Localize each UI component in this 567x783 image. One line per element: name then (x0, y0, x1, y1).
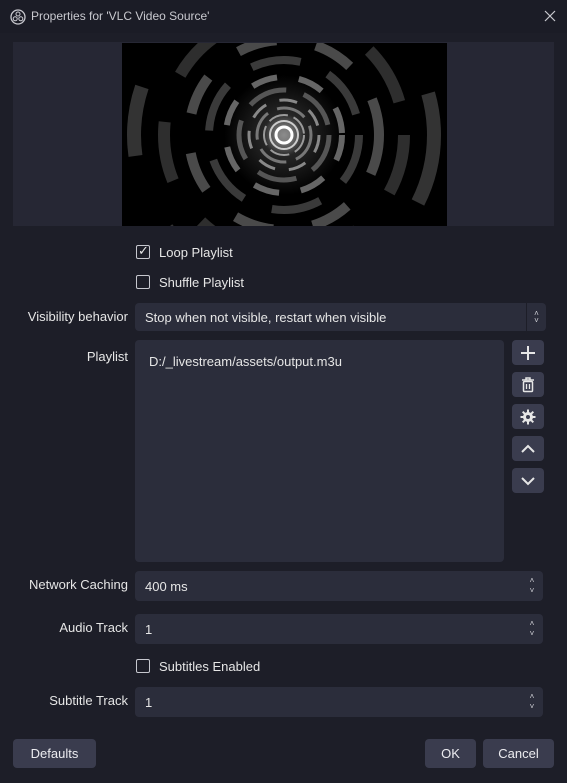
playlist-label: Playlist (86, 349, 128, 364)
cancel-button[interactable]: Cancel (483, 739, 554, 768)
spin-arrows-icon[interactable]: ˄ ˅ (525, 614, 539, 644)
subtitle-track-spinbox[interactable]: 1 ˄ ˅ (135, 687, 543, 717)
move-down-button[interactable] (512, 468, 544, 493)
properties-button[interactable] (512, 404, 544, 429)
audio-track-value: 1 (145, 621, 153, 637)
playlist-list[interactable]: D:/_livestream/assets/output.m3u (135, 340, 504, 562)
network-caching-label: Network Caching (29, 577, 128, 592)
subtitle-track-value: 1 (145, 694, 153, 710)
remove-button[interactable] (512, 372, 544, 397)
checkbox-box[interactable]: ✓ (136, 243, 150, 259)
properties-dialog: Properties for 'VLC Video Source' ✓ Loop… (0, 0, 567, 783)
trash-icon (522, 376, 534, 392)
subtitles-enabled-checkbox[interactable]: Subtitles Enabled (136, 657, 260, 675)
shuffle-playlist-checkbox[interactable]: Shuffle Playlist (136, 273, 244, 291)
shuffle-playlist-label: Shuffle Playlist (159, 274, 245, 290)
move-up-button[interactable] (512, 436, 544, 461)
spin-arrows-icon[interactable]: ˄ ˅ (525, 571, 539, 601)
loop-playlist-label: Loop Playlist (159, 244, 233, 260)
spin-arrows-icon[interactable]: ˄ ˅ (525, 687, 539, 717)
visibility-behavior-label: Visibility behavior (27, 309, 128, 324)
checkbox-box[interactable] (136, 659, 150, 673)
visibility-behavior-value: Stop when not visible, restart when visi… (145, 309, 387, 325)
checkbox-box[interactable] (136, 275, 150, 289)
title-bar: Properties for 'VLC Video Source' (0, 0, 567, 33)
subtitle-track-label: Subtitle Track (49, 693, 128, 708)
chevron-up-icon (521, 444, 535, 453)
close-icon[interactable] (540, 6, 560, 26)
add-button[interactable] (512, 340, 544, 365)
defaults-button[interactable]: Defaults (13, 739, 96, 768)
video-preview (122, 43, 447, 226)
obs-logo-icon (10, 9, 26, 25)
gear-icon (520, 409, 536, 424)
network-caching-value: 400 ms (145, 578, 188, 594)
audio-track-label: Audio Track (59, 620, 128, 635)
loop-playlist-checkbox[interactable]: ✓ Loop Playlist (136, 243, 233, 261)
updown-arrows-icon: ˄ ˅ (526, 303, 546, 331)
chevron-down-icon (521, 476, 535, 485)
window-title: Properties for 'VLC Video Source' (31, 9, 210, 23)
check-icon: ✓ (138, 243, 149, 258)
network-caching-spinbox[interactable]: 400 ms ˄ ˅ (135, 571, 543, 601)
list-item[interactable]: D:/_livestream/assets/output.m3u (149, 354, 342, 369)
ok-button[interactable]: OK (425, 739, 476, 768)
audio-track-spinbox[interactable]: 1 ˄ ˅ (135, 614, 543, 644)
visibility-behavior-select[interactable]: Stop when not visible, restart when visi… (135, 303, 546, 331)
subtitles-enabled-label: Subtitles Enabled (159, 658, 261, 674)
add-icon (521, 345, 535, 360)
